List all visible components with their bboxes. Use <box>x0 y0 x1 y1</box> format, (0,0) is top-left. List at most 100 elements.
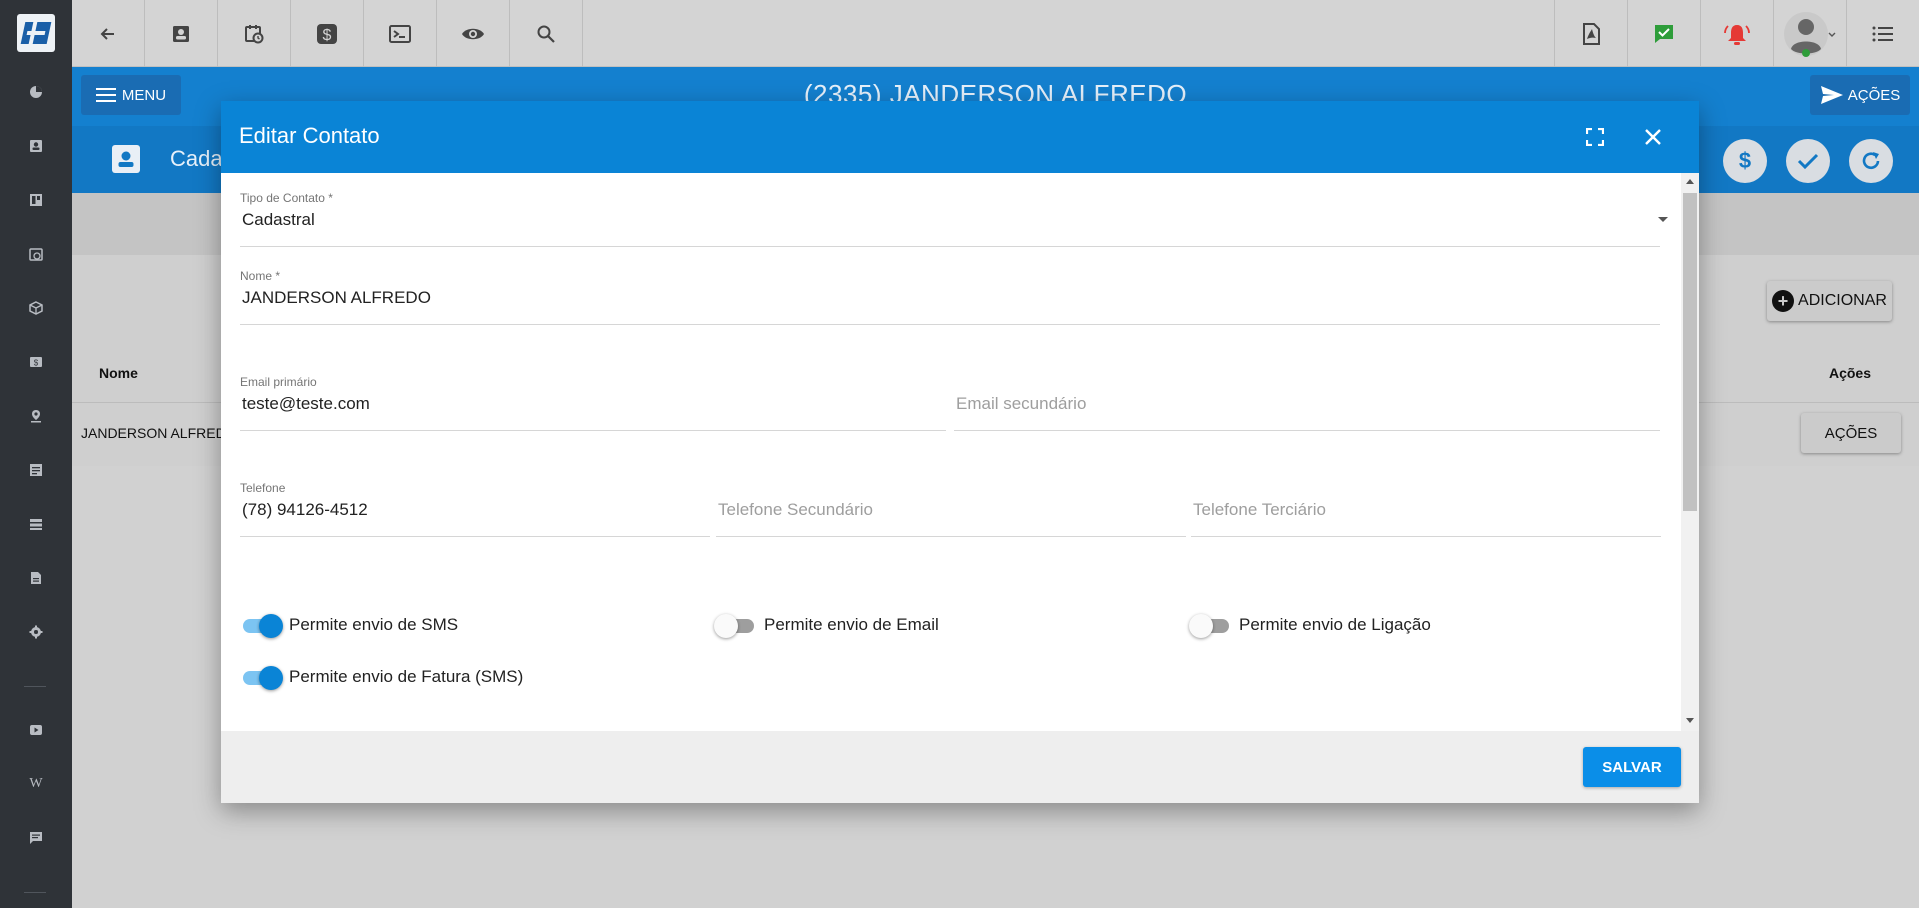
field-underline <box>240 246 1660 247</box>
telefone-secundario-placeholder: Telefone Secundário <box>718 500 874 519</box>
nome-label: Nome * <box>240 269 281 283</box>
chevron-down-icon <box>1658 217 1668 222</box>
email-primario-label: Email primário <box>240 375 317 389</box>
confirm-button[interactable] <box>1786 139 1830 183</box>
svg-text:$: $ <box>323 27 332 44</box>
telefone-terciario-field[interactable]: Telefone Terciário <box>1191 481 1661 537</box>
ligacao-toggle-label: Permite envio de Ligação <box>1239 615 1431 634</box>
email-primario-field[interactable]: Email primário teste@teste.com <box>240 375 946 431</box>
field-underline <box>240 536 710 537</box>
field-underline <box>716 536 1186 537</box>
acoes-button[interactable]: AÇÕES <box>1810 75 1910 115</box>
scroll-thumb[interactable] <box>1683 193 1697 511</box>
ligacao-toggle[interactable] <box>1189 614 1235 638</box>
user-avatar-icon[interactable] <box>1773 0 1846 67</box>
video-icon[interactable] <box>24 718 48 742</box>
contact-card-icon[interactable] <box>24 134 48 158</box>
dollar-icon[interactable]: $ <box>291 0 364 67</box>
field-underline <box>954 430 1660 431</box>
map-pin-icon[interactable] <box>24 404 48 428</box>
alarm-bell-icon[interactable] <box>1700 0 1773 67</box>
search-icon[interactable] <box>510 0 583 67</box>
server-icon[interactable] <box>24 512 48 536</box>
field-underline <box>240 324 1660 325</box>
list-icon[interactable] <box>24 458 48 482</box>
schedule-icon[interactable] <box>24 242 48 266</box>
email-secundario-field[interactable]: Email secundário <box>954 375 1660 431</box>
nome-value: JANDERSON ALFREDO <box>242 288 431 307</box>
dialog-body: Tipo de Contato * Cadastral Nome * JANDE… <box>221 173 1699 731</box>
contact-card-icon <box>112 145 140 173</box>
back-arrow-icon[interactable] <box>72 0 145 67</box>
acoes-label: AÇÕES <box>1847 86 1901 104</box>
column-header-acoes: Ações <box>1828 365 1871 381</box>
add-button[interactable]: + ADICIONAR <box>1767 281 1892 321</box>
close-icon[interactable] <box>1639 123 1667 151</box>
eye-icon[interactable] <box>437 0 510 67</box>
telefone-field[interactable]: Telefone (78) 94126-4512 <box>240 481 710 537</box>
left-sidebar: $ W <box>0 0 72 908</box>
refresh-icon <box>1862 152 1880 170</box>
check-chat-icon[interactable] <box>1627 0 1700 67</box>
toggle-knob <box>259 614 283 638</box>
message-icon[interactable] <box>24 826 48 850</box>
dialog-title: Editar Contato <box>239 123 380 148</box>
table-cell-nome: JANDERSON ALFREDO <box>81 425 237 441</box>
nome-field[interactable]: Nome * JANDERSON ALFREDO <box>240 269 1660 325</box>
edit-contact-dialog: Editar Contato Tipo de Contato * Cadastr… <box>221 101 1699 803</box>
tipo-contato-select[interactable]: Tipo de Contato * Cadastral <box>240 191 1680 247</box>
pdf-icon[interactable] <box>1554 0 1627 67</box>
toggle-knob <box>259 666 283 690</box>
scroll-up-icon[interactable] <box>1686 179 1694 184</box>
sms-toggle[interactable] <box>243 614 287 638</box>
contact-card-icon[interactable] <box>145 0 218 67</box>
document-icon[interactable] <box>24 566 48 590</box>
settings-icon[interactable] <box>24 620 48 644</box>
fullscreen-icon[interactable] <box>1581 123 1609 151</box>
add-icon: + <box>1772 290 1795 312</box>
box-icon[interactable] <box>24 296 48 320</box>
row-acoes-button[interactable]: AÇÕES <box>1801 413 1901 453</box>
email-secundario-placeholder: Email secundário <box>956 394 1087 413</box>
svg-text:$: $ <box>34 359 39 368</box>
tipo-contato-value: Cadastral <box>242 210 315 229</box>
scroll-down-icon[interactable] <box>1686 718 1694 723</box>
send-icon <box>1820 86 1843 104</box>
money-icon[interactable]: $ <box>24 350 48 374</box>
dashboard-icon[interactable] <box>24 80 48 104</box>
toggle-knob <box>714 614 738 638</box>
refresh-button[interactable] <box>1849 139 1893 183</box>
terminal-icon[interactable] <box>364 0 437 67</box>
dialog-footer: SALVAR <box>221 731 1699 803</box>
save-button[interactable]: SALVAR <box>1583 747 1681 787</box>
dollar-icon: $ <box>1738 148 1752 173</box>
telefone-label: Telefone <box>240 481 286 495</box>
app-logo[interactable] <box>17 14 55 52</box>
column-header-nome: Nome <box>99 365 138 381</box>
dialog-scrollbar[interactable] <box>1681 173 1699 731</box>
email-primario-value: teste@teste.com <box>242 394 370 413</box>
add-label: ADICIONAR <box>1798 292 1887 309</box>
check-icon <box>1797 153 1819 170</box>
finance-button[interactable]: $ <box>1723 139 1767 183</box>
schedule-icon[interactable] <box>218 0 291 67</box>
telefone-terciario-placeholder: Telefone Terciário <box>1193 500 1326 519</box>
dialog-header: Editar Contato <box>221 101 1699 173</box>
wiki-icon[interactable]: W <box>24 772 48 796</box>
fatura-sms-toggle[interactable] <box>243 666 287 690</box>
tipo-contato-label: Tipo de Contato * <box>240 191 333 205</box>
email-toggle[interactable] <box>714 614 760 638</box>
email-toggle-label: Permite envio de Email <box>764 615 939 634</box>
fatura-sms-toggle-label: Permite envio de Fatura (SMS) <box>289 667 524 686</box>
telefone-secundario-field[interactable]: Telefone Secundário <box>716 481 1186 537</box>
logo-mark <box>20 22 52 44</box>
sms-toggle-label: Permite envio de SMS <box>289 615 459 634</box>
sidebar-divider <box>24 686 46 687</box>
list-menu-icon[interactable] <box>1846 0 1919 67</box>
field-underline <box>1191 536 1661 537</box>
field-underline <box>240 430 946 431</box>
section-title: Cada <box>170 146 223 171</box>
top-toolbar: $ <box>72 0 1919 67</box>
toggle-knob <box>1189 614 1213 638</box>
board-icon[interactable] <box>24 188 48 212</box>
